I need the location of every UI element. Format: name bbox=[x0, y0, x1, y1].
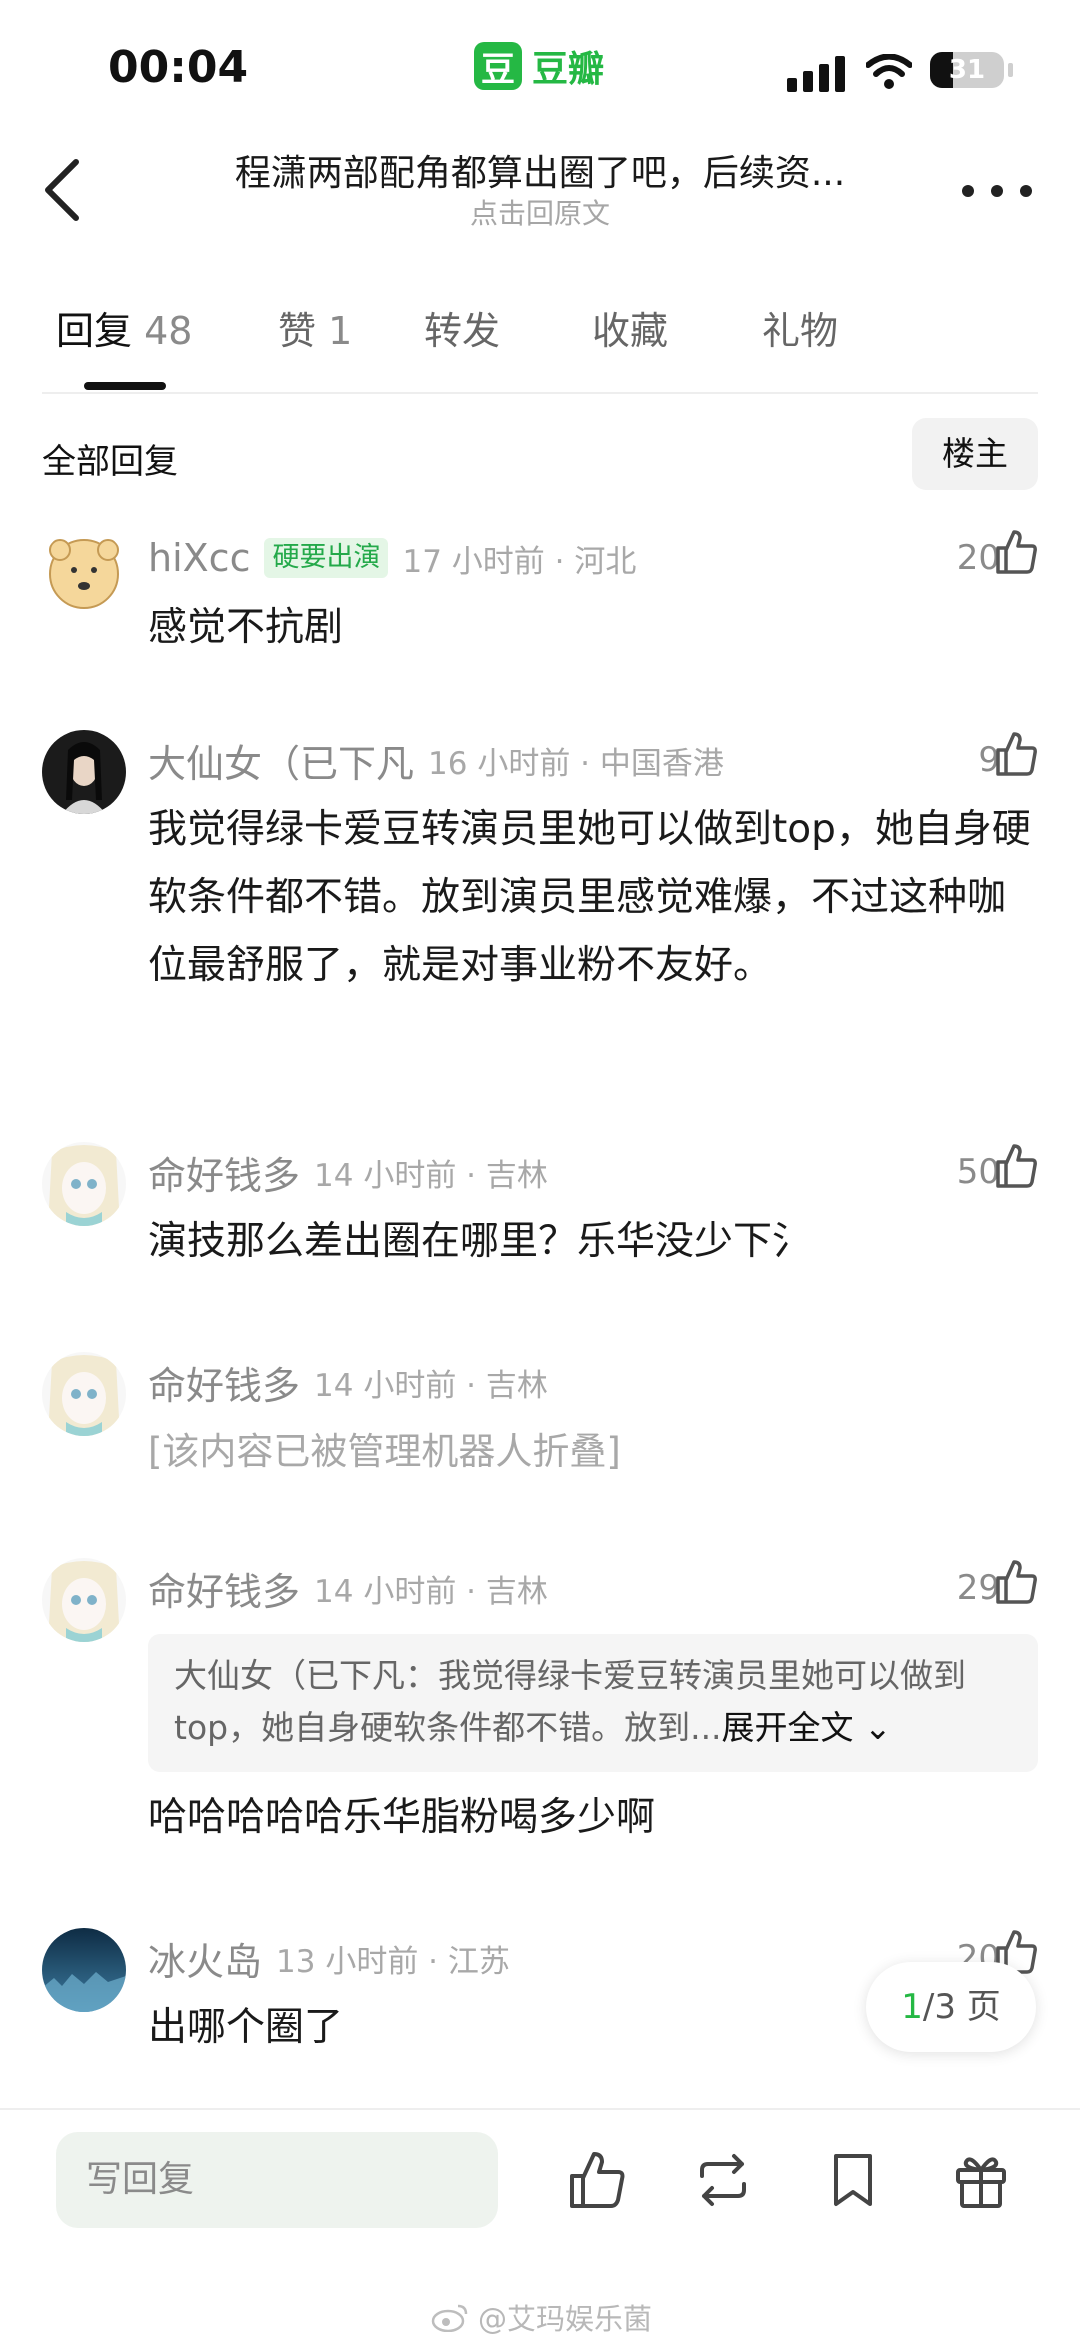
comment-header: hiXcc 硬要出演 17 小时前 · 河北 bbox=[148, 534, 636, 582]
username[interactable]: 大仙女（已下凡 bbox=[148, 733, 414, 788]
avatar[interactable] bbox=[42, 1928, 126, 2012]
username[interactable]: 命好钱多 bbox=[148, 1561, 300, 1616]
bookmark-icon[interactable] bbox=[824, 2150, 882, 2210]
avatar[interactable] bbox=[42, 1558, 126, 1642]
tab-count: 1 bbox=[328, 309, 353, 353]
user-badge: 硬要出演 bbox=[264, 538, 389, 578]
battery-level: 31 bbox=[948, 55, 986, 85]
total-pages: /3 页 bbox=[922, 1987, 1001, 2027]
all-replies-label: 全部回复 bbox=[42, 442, 178, 482]
gift-icon[interactable] bbox=[952, 2150, 1010, 2210]
username[interactable]: 命好钱多 bbox=[148, 1355, 300, 1410]
tab-label: 收藏 bbox=[592, 309, 669, 353]
chevron-down-icon: ⌄ bbox=[853, 1708, 892, 1747]
comment-header: 命好钱多 14 小时前 · 吉林 bbox=[148, 1358, 548, 1408]
comment-text: 感觉不抗剧 bbox=[148, 605, 344, 650]
comment-text: 演技那么差出圈在哪里？乐华没少下氵 bbox=[148, 1219, 812, 1264]
comment-text: 我觉得绿卡爱豆转演员里她可以做到top，她自身硬软条件都不错。放到演员里感觉难爆… bbox=[148, 807, 1031, 988]
quoted-reply[interactable]: 大仙女（已下凡：我觉得绿卡爱豆转演员里她可以做到top，她自身硬软条件都不错。放… bbox=[148, 1634, 1038, 1772]
back-to-original-link[interactable]: 点击回原文 bbox=[130, 192, 950, 232]
thumbs-up-icon[interactable] bbox=[994, 1558, 1038, 1606]
repost-icon[interactable] bbox=[694, 2150, 752, 2210]
battery-cap bbox=[1008, 63, 1013, 77]
wifi-icon bbox=[866, 54, 912, 89]
op-only-button[interactable]: 楼主 bbox=[912, 418, 1038, 490]
tab-label: 赞 bbox=[278, 309, 317, 353]
comment-meta: 13 小时前 · 江苏 bbox=[276, 1943, 510, 1980]
comment-meta: 14 小时前 · 吉林 bbox=[314, 1573, 548, 1610]
avatar[interactable] bbox=[42, 528, 126, 612]
nav-header: 程潇两部配角都算出圈了吧，后续资... 点击回原文 bbox=[0, 130, 1080, 260]
douban-logo-icon: 豆 bbox=[474, 42, 522, 90]
comment-header: 命好钱多 14 小时前 · 吉林 bbox=[148, 1148, 548, 1198]
douban-brand: 豆 豆瓣 bbox=[474, 40, 604, 92]
page-indicator[interactable]: 1/3 页 bbox=[866, 1962, 1036, 2052]
tab-label: 转发 bbox=[424, 309, 501, 353]
comment-meta: 16 小时前 · 中国香港 bbox=[428, 745, 724, 782]
comment-text: 哈哈哈哈哈乐华脂粉喝多少啊 bbox=[148, 1795, 656, 1840]
brand-name: 豆瓣 bbox=[532, 49, 605, 90]
avatar[interactable] bbox=[42, 730, 126, 814]
tab-gifts[interactable]: 礼物 bbox=[762, 300, 838, 355]
status-bar: 00:04 豆 豆瓣 31 bbox=[0, 0, 1080, 130]
tab-reposts[interactable]: 转发 bbox=[424, 300, 500, 355]
thumbs-up-icon[interactable] bbox=[994, 730, 1038, 778]
back-arrow-icon[interactable] bbox=[36, 150, 96, 230]
thumbs-up-icon[interactable] bbox=[568, 2150, 626, 2210]
expand-full-text-link[interactable]: 展开全文 bbox=[722, 1708, 854, 1747]
comment-meta: 14 小时前 · 吉林 bbox=[314, 1157, 548, 1194]
tab-likes[interactable]: 赞 1 bbox=[278, 300, 352, 355]
weibo-icon bbox=[431, 2304, 468, 2332]
comment-header: 冰火岛 13 小时前 · 江苏 bbox=[148, 1934, 510, 1984]
thumbs-up-icon[interactable] bbox=[994, 1142, 1038, 1190]
tab-collections[interactable]: 收藏 bbox=[592, 300, 668, 355]
tab-count: 48 bbox=[144, 309, 193, 353]
active-tab-indicator bbox=[84, 382, 166, 390]
post-title[interactable]: 程潇两部配角都算出圈了吧，后续资... bbox=[130, 144, 950, 196]
avatar[interactable] bbox=[42, 1352, 126, 1436]
watermark-text: @艾玛娱乐菌 bbox=[478, 2302, 653, 2336]
bottom-action-bar: 写回复 @艾玛娱乐菌 bbox=[0, 2108, 1080, 2338]
reply-input[interactable]: 写回复 bbox=[56, 2132, 498, 2228]
signal-icon bbox=[787, 56, 845, 92]
tab-label: 回复 bbox=[56, 309, 133, 353]
comment-meta: 14 小时前 · 吉林 bbox=[314, 1367, 548, 1404]
avatar[interactable] bbox=[42, 1142, 126, 1226]
tab-bar: 回复 48 赞 1 转发 收藏 礼物 bbox=[42, 300, 1038, 394]
comment-meta: 17 小时前 · 河北 bbox=[402, 543, 637, 580]
weibo-watermark: @艾玛娱乐菌 bbox=[430, 2296, 652, 2338]
username[interactable]: 冰火岛 bbox=[148, 1931, 262, 1986]
username[interactable]: 命好钱多 bbox=[148, 1145, 300, 1200]
folded-comment-text: [该内容已被管理机器人折叠] bbox=[148, 1430, 621, 1473]
comment-header: 命好钱多 14 小时前 · 吉林 bbox=[148, 1564, 548, 1614]
thumbs-up-icon[interactable] bbox=[994, 528, 1038, 576]
username[interactable]: hiXcc bbox=[148, 536, 250, 580]
current-page: 1 bbox=[901, 1987, 923, 2027]
tab-label: 礼物 bbox=[762, 309, 839, 353]
comment-header: 大仙女（已下凡 16 小时前 · 中国香港 bbox=[148, 736, 724, 786]
status-time: 00:04 bbox=[108, 42, 249, 93]
battery-icon: 31 bbox=[930, 52, 1004, 88]
tab-replies[interactable]: 回复 48 bbox=[56, 300, 192, 355]
more-icon[interactable] bbox=[962, 176, 1032, 206]
